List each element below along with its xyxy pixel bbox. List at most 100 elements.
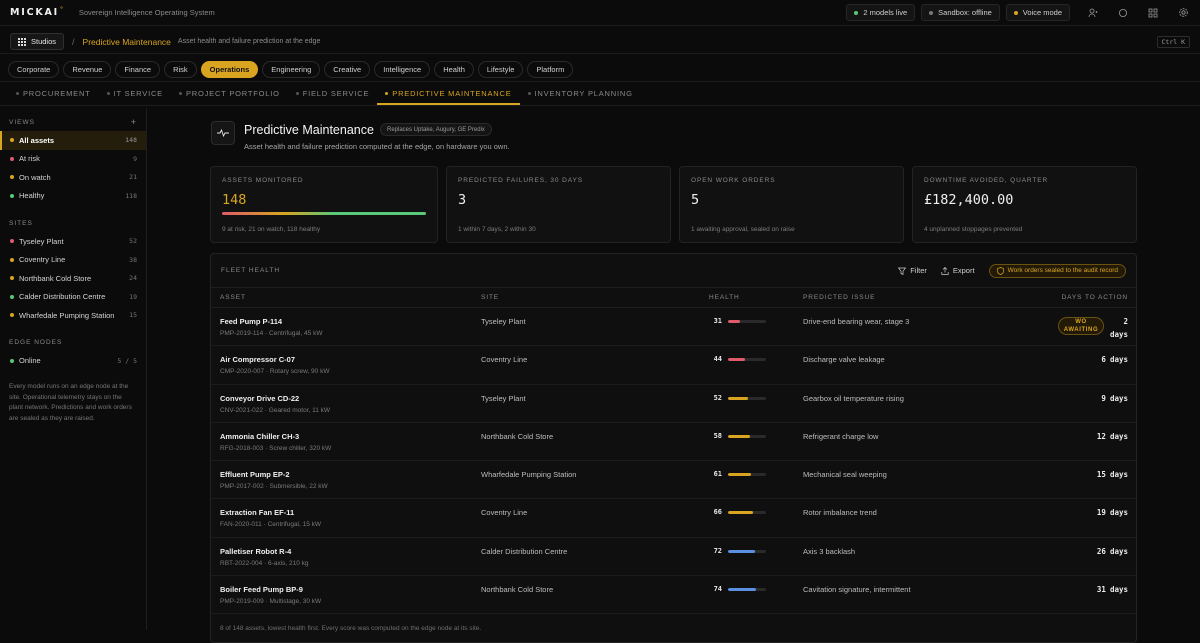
table-row[interactable]: Extraction Fan EF-11 FAN-2020-011 · Centr… <box>211 499 1136 538</box>
kpi-card-predicted-failures[interactable]: PREDICTED FAILURES, 30 DAYS 3 1 within 7… <box>446 166 671 243</box>
command-shortcut[interactable]: Ctrl K <box>1156 35 1190 48</box>
subtab-it-service[interactable]: IT SERVICE <box>99 84 171 105</box>
health-bar-fill <box>728 588 757 592</box>
table-row[interactable]: Ammonia Chiller CH-3 RFG-2018-003 · Screw… <box>211 423 1136 462</box>
sidebar-item-on-watch[interactable]: On watch 21 <box>0 168 146 187</box>
brand-mark: ° <box>60 6 65 14</box>
work-order-awaiting-badge[interactable]: WO AWAITING <box>1058 317 1104 335</box>
days-to-action: 2 <box>1123 317 1128 326</box>
table-row[interactable]: Air Compressor C-07 CMP-2020-007 · Rotary… <box>211 346 1136 385</box>
circle-icon[interactable] <box>1116 6 1130 20</box>
kpi-card-downtime-avoided[interactable]: DOWNTIME AVOIDED, QUARTER £182,400.00 4 … <box>912 166 1137 243</box>
sandbox-pill[interactable]: Sandbox: offline <box>921 4 1000 21</box>
predicted-issue: Mechanical seal weeping <box>803 470 887 480</box>
health-score: 61 <box>713 470 722 479</box>
table-row[interactable]: Boiler Feed Pump BP-9 PMP-2019-009 · Mult… <box>211 576 1136 615</box>
asset-name[interactable]: Air Compressor C-07 <box>220 355 295 364</box>
studios-button[interactable]: Studios <box>10 33 65 50</box>
asset-name[interactable]: Feed Pump P-114 <box>220 317 282 326</box>
table-row[interactable]: Feed Pump P-114 PMP-2019-114 · Centrifuga… <box>211 308 1136 347</box>
sidebar-item-wharfedale-pumping-station[interactable]: Wharfedale Pumping Station 15 <box>0 306 146 325</box>
tab-health[interactable]: Health <box>434 61 474 78</box>
tab-revenue[interactable]: Revenue <box>63 61 112 78</box>
sidebar-item-label: Calder Distribution Centre <box>19 292 106 302</box>
filter-icon <box>898 267 907 275</box>
subtab-field-service[interactable]: FIELD SERVICE <box>288 84 378 105</box>
column-header-predicted-issue[interactable]: PREDICTED ISSUE <box>803 294 875 301</box>
models-live-pill[interactable]: 2 models live <box>846 4 916 21</box>
tab-risk[interactable]: Risk <box>164 61 197 78</box>
subtab-inventory-planning[interactable]: INVENTORY PLANNING <box>520 84 641 105</box>
tab-operations[interactable]: Operations <box>200 61 259 78</box>
sidebar-item-calder-distribution-centre[interactable]: Calder Distribution Centre 19 <box>0 288 146 307</box>
tab-finance[interactable]: Finance <box>115 61 161 78</box>
edge-note: Every model runs on an edge node at the … <box>9 383 132 422</box>
column-header-asset[interactable]: ASSET <box>220 294 246 301</box>
kpi-card-open-work-orders[interactable]: OPEN WORK ORDERS 5 1 awaiting approval, … <box>679 166 904 243</box>
voice-mode-button[interactable]: Voice mode <box>1005 4 1070 21</box>
replaces-badge: Replaces Uptake, Augury, GE Predix <box>380 123 492 136</box>
sidebar-item-at-risk[interactable]: At risk 9 <box>0 150 146 169</box>
sidebar-item-count: 15 <box>129 311 137 320</box>
sidebar-item-healthy[interactable]: Healthy 118 <box>0 187 146 206</box>
asset-name[interactable]: Extraction Fan EF-11 <box>220 508 294 517</box>
column-header-health[interactable]: HEALTH <box>709 294 740 301</box>
export-button[interactable]: Export <box>941 266 975 275</box>
subtab-project-portfolio[interactable]: PROJECT PORTFOLIO <box>171 84 288 105</box>
add-view-icon[interactable]: + <box>131 117 137 127</box>
tab-corporate[interactable]: Corporate <box>8 61 60 78</box>
asset-name[interactable]: Ammonia Chiller CH-3 <box>220 432 299 441</box>
kpi-value: 3 <box>458 192 467 208</box>
asset-id: FAN-2020-011 · Centrifugal, 15 kW <box>220 521 322 529</box>
kpi-value: £182,400.00 <box>924 192 1014 208</box>
tab-platform[interactable]: Platform <box>527 61 574 78</box>
days-to-action: 12 days <box>1097 432 1128 441</box>
days-unit: days <box>1109 508 1128 518</box>
grid-icon[interactable] <box>1146 6 1160 20</box>
subtab-procurement[interactable]: PROCUREMENT <box>8 84 99 105</box>
sidebar-item-count: 5 / 5 <box>117 356 137 365</box>
tab-creative[interactable]: Creative <box>324 61 371 78</box>
asset-id: CNV-2021-022 · Geared motor, 11 kW <box>220 406 331 414</box>
days-to-action: 9 days <box>1101 394 1128 403</box>
asset-id: RBT-2022-004 · 6-axis, 210 kg <box>220 559 309 567</box>
filter-button[interactable]: Filter <box>898 266 927 275</box>
sidebar-item-all-assets[interactable]: All assets 148 <box>0 131 146 150</box>
sidebar-item-online[interactable]: Online 5 / 5 <box>0 352 146 371</box>
sidebar-item-coventry-line[interactable]: Coventry Line 38 <box>0 251 146 270</box>
days-to-action: 31 days <box>1097 585 1128 594</box>
sidebar-item-northbank-cold-store[interactable]: Northbank Cold Store 24 <box>0 269 146 288</box>
subtab-label: IT SERVICE <box>113 89 163 98</box>
table-row[interactable]: Palletiser Robot R-4 RBT-2022-004 · 6-axi… <box>211 538 1136 577</box>
kpi-card-assets-monitored[interactable]: ASSETS MONITORED 148 9 at risk, 21 on wa… <box>210 166 438 243</box>
tab-lifestyle[interactable]: Lifestyle <box>477 61 524 78</box>
user-icon[interactable] <box>1086 6 1100 20</box>
tab-intelligence[interactable]: Intelligence <box>374 61 431 78</box>
sidebar-item-tyseley-plant[interactable]: Tyseley Plant 52 <box>0 232 146 251</box>
days-unit: days <box>1109 330 1128 339</box>
subtab-label: PREDICTIVE MAINTENANCE <box>392 89 512 98</box>
asset-name[interactable]: Boiler Feed Pump BP-9 <box>220 585 303 594</box>
column-header-site[interactable]: SITE <box>481 294 499 301</box>
kpi-value: 5 <box>691 192 700 208</box>
sidebar-item-label: Wharfedale Pumping Station <box>19 310 115 320</box>
bullet-dot <box>106 92 110 95</box>
table-row[interactable]: Conveyor Drive CD-22 CNV-2021-022 · Geare… <box>211 385 1136 423</box>
bullet-dot <box>295 92 299 95</box>
subtab-predictive-maintenance[interactable]: PREDICTIVE MAINTENANCE <box>377 84 520 105</box>
predicted-issue: Discharge valve leakage <box>803 355 885 365</box>
tab-engineering[interactable]: Engineering <box>262 61 321 78</box>
column-header-days-to-action[interactable]: DAYS TO ACTION <box>1062 294 1128 301</box>
breadcrumb-current[interactable]: Predictive Maintenance <box>83 37 171 47</box>
gear-icon[interactable] <box>1176 6 1190 20</box>
days-unit: days <box>1109 431 1128 441</box>
asset-name[interactable]: Conveyor Drive CD-22 <box>220 394 299 403</box>
sidebar-item-count: 52 <box>129 237 137 246</box>
asset-site: Tyseley Plant <box>481 317 526 326</box>
table-row[interactable]: Effluent Pump EP-2 PMP-2017-002 · Submers… <box>211 461 1136 500</box>
brand-logo[interactable]: MICKAI° <box>10 6 65 18</box>
asset-name[interactable]: Palletiser Robot R-4 <box>220 547 291 556</box>
sealed-audit-badge[interactable]: Work orders sealed to the audit record <box>988 263 1126 278</box>
asset-name[interactable]: Effluent Pump EP-2 <box>220 470 290 479</box>
days-value: 6 <box>1101 355 1106 365</box>
